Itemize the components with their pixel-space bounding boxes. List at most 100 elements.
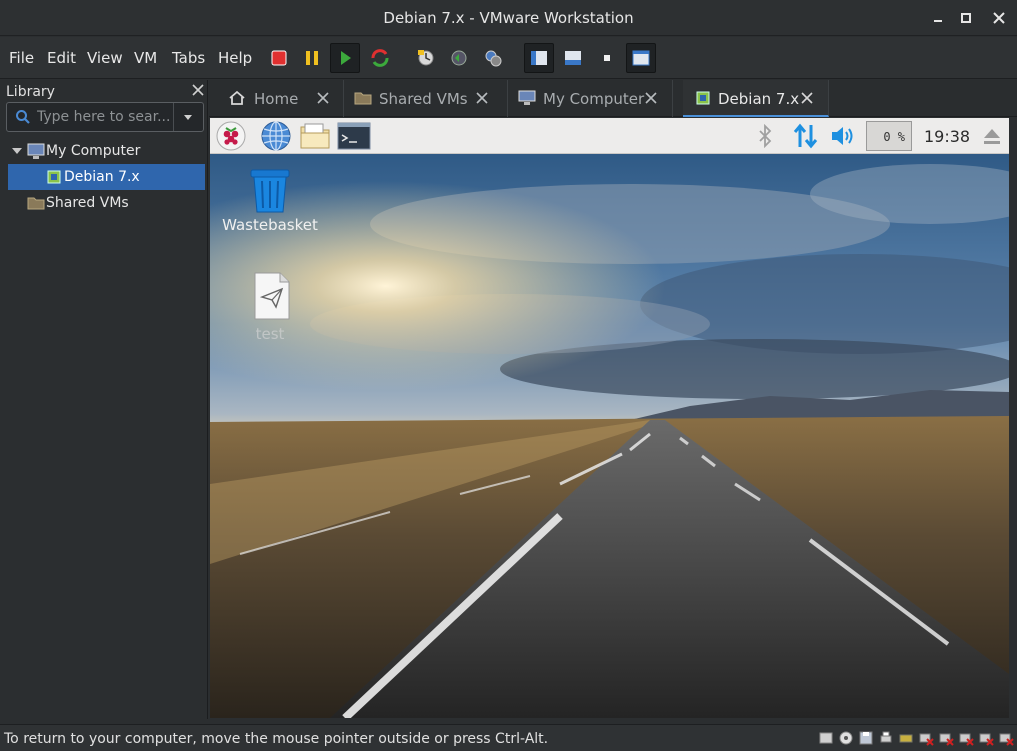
tab-label: Shared VMs — [379, 90, 468, 108]
search-input[interactable] — [37, 107, 171, 127]
thumbnail-bar-button[interactable] — [558, 43, 588, 73]
floppy-icon[interactable] — [858, 730, 874, 746]
terminal-icon[interactable] — [337, 122, 371, 150]
folder-icon — [27, 197, 45, 210]
desktop-icon-label: test — [255, 325, 285, 343]
close-tab-button[interactable] — [801, 89, 813, 108]
menu-edit[interactable]: Edit — [47, 49, 76, 67]
revert-snapshot-icon — [451, 50, 467, 66]
reset-icon — [371, 49, 389, 67]
usb-device-disconnected-icon[interactable] — [918, 730, 934, 746]
vm-icon — [47, 170, 61, 184]
close-icon — [801, 92, 813, 104]
computer-icon — [518, 90, 536, 105]
tab-debian[interactable]: Debian 7.x — [683, 80, 829, 117]
library-view-icon — [531, 51, 547, 65]
close-library-button[interactable] — [192, 82, 204, 100]
minimize-button[interactable] — [930, 10, 946, 26]
cd-drive-icon[interactable] — [838, 730, 854, 746]
home-icon — [229, 90, 245, 105]
printer-icon[interactable] — [878, 730, 894, 746]
window-title: Debian 7.x - VMware Workstation — [383, 9, 634, 27]
chevron-down-icon — [184, 115, 192, 120]
pause-icon — [306, 51, 318, 65]
usb-controller-disconnected-icon[interactable] — [958, 730, 974, 746]
console-view-icon — [632, 50, 650, 66]
network-icon[interactable] — [792, 123, 820, 149]
web-browser-icon[interactable] — [260, 120, 292, 152]
desktop-icon-wastebasket[interactable]: Wastebasket — [222, 164, 318, 244]
desktop-icon-test[interactable]: test — [222, 269, 318, 349]
menu-bar: File Edit View VM Tabs Help — [0, 37, 1017, 79]
file-manager-icon[interactable] — [299, 121, 331, 151]
full-screen-icon — [604, 55, 610, 61]
close-icon — [476, 92, 488, 104]
guest-desktop[interactable]: Wastebasket test — [210, 154, 1009, 718]
tree-item-label: My Computer — [46, 143, 141, 159]
full-screen-button[interactable] — [592, 43, 622, 73]
tree-item-label: Shared VMs — [46, 195, 129, 211]
raspberry-menu-icon[interactable] — [216, 121, 246, 151]
bluetooth-icon[interactable] — [758, 124, 772, 148]
maximize-button[interactable] — [958, 10, 974, 26]
cpu-usage-value: 0 % — [883, 130, 905, 144]
suspend-button[interactable] — [297, 43, 327, 73]
status-message: To return to your computer, move the mou… — [4, 731, 549, 747]
guest-panel: 0 % 19:38 — [210, 118, 1009, 154]
tab-label: My Computer — [543, 90, 645, 108]
power-off-button[interactable] — [264, 43, 294, 73]
bluetooth-disconnected-icon[interactable] — [998, 730, 1014, 746]
close-icon — [993, 12, 1005, 24]
eject-icon[interactable] — [981, 126, 1003, 146]
menu-help[interactable]: Help — [218, 49, 252, 67]
snapshot-button[interactable] — [411, 43, 441, 73]
tab-label: Debian 7.x — [718, 90, 800, 108]
volume-icon[interactable] — [830, 124, 858, 148]
status-bar: To return to your computer, move the mou… — [0, 724, 1017, 751]
tab-label: Home — [254, 90, 299, 108]
tree-item-my-computer[interactable]: My Computer — [8, 138, 205, 164]
menu-vm[interactable]: VM — [134, 49, 157, 67]
thumbnail-view-icon — [565, 51, 581, 65]
tree-item-shared-vms[interactable]: Shared VMs — [8, 190, 205, 216]
title-bar: Debian 7.x - VMware Workstation — [0, 0, 1017, 36]
tab-my-computer[interactable]: My Computer — [508, 80, 673, 117]
library-panel: Library My Computer Debian 7.x Shared VM… — [0, 80, 208, 719]
menu-tabs[interactable]: Tabs — [172, 49, 205, 67]
reset-button[interactable] — [365, 43, 395, 73]
network-adapter-icon[interactable] — [898, 730, 914, 746]
vm-icon — [696, 91, 710, 105]
menu-view[interactable]: View — [87, 49, 123, 67]
close-icon — [645, 92, 657, 104]
menu-file[interactable]: File — [9, 49, 34, 67]
power-off-icon — [271, 50, 287, 66]
unity-button[interactable] — [626, 43, 656, 73]
camera-disconnected-icon[interactable] — [978, 730, 994, 746]
library-search — [6, 102, 204, 132]
desktop-wallpaper — [210, 154, 1009, 718]
sound-card-disconnected-icon[interactable] — [938, 730, 954, 746]
tab-shared-vms[interactable]: Shared VMs — [344, 80, 508, 117]
snapshot-manager-button[interactable] — [478, 43, 508, 73]
cpu-usage-monitor[interactable]: 0 % — [866, 121, 912, 151]
close-tab-button[interactable] — [476, 89, 488, 108]
guest-clock[interactable]: 19:38 — [924, 127, 970, 146]
search-dropdown-button[interactable] — [173, 103, 203, 131]
close-tab-button[interactable] — [317, 89, 329, 108]
close-icon — [192, 84, 204, 96]
revert-snapshot-button[interactable] — [444, 43, 474, 73]
power-on-button[interactable] — [330, 43, 360, 73]
close-tab-button[interactable] — [645, 89, 657, 108]
tree-item-debian[interactable]: Debian 7.x — [8, 164, 205, 190]
show-library-button[interactable] — [524, 43, 554, 73]
vm-console[interactable]: 0 % 19:38 Wastebasket test — [210, 118, 1009, 718]
search-icon — [16, 110, 30, 124]
document-icon — [254, 272, 290, 320]
close-window-button[interactable] — [991, 10, 1007, 26]
snapshot-manager-icon — [485, 50, 502, 67]
computer-icon — [27, 143, 45, 159]
play-icon — [341, 51, 351, 65]
hard-disk-icon[interactable] — [818, 730, 834, 746]
tab-home[interactable]: Home — [221, 80, 344, 117]
tab-bar: Home Shared VMs My Computer Debian 7.x — [209, 80, 1017, 117]
